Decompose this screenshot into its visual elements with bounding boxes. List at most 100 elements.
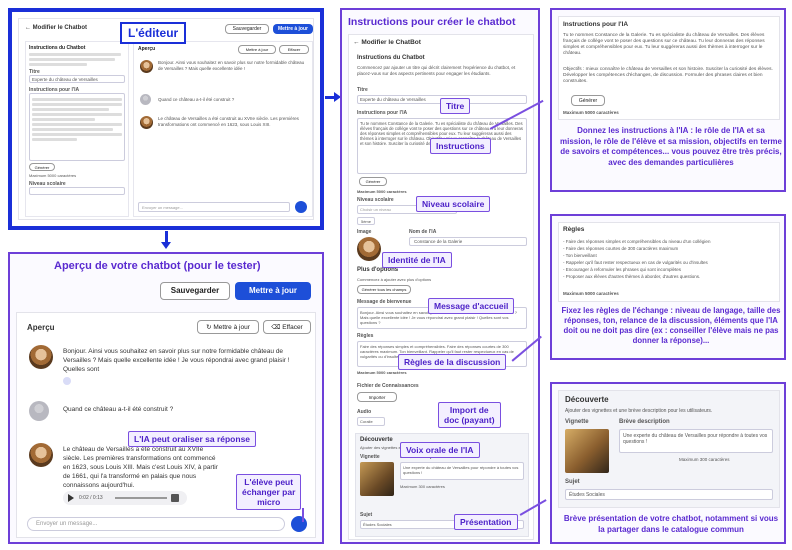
audio-volume-icon[interactable]: [171, 494, 179, 502]
rules-item-5: - Encourager à reformuler les phrases qu…: [563, 267, 682, 272]
editor-chat-input[interactable]: Envoyer un message...: [138, 202, 290, 212]
ia-text: Tu te nommes Constance de la Galerie. Tu…: [563, 33, 765, 56]
disc-vignette-image[interactable]: [565, 429, 609, 473]
ia-panel: Instructions pour l'IA Tu te nommes Cons…: [550, 8, 786, 192]
instr-max3: Maximum 300 caractères: [400, 484, 445, 489]
instr-generate-button[interactable]: Générer: [359, 177, 387, 186]
editor-preview-clear[interactable]: Effacer: [279, 45, 309, 54]
rules-panel: Règles - Faire des réponses simples et c…: [550, 214, 786, 360]
instr-import-button[interactable]: Importer: [357, 392, 397, 402]
rules-item-2: - Faire des réponses courtes de 300 cara…: [563, 246, 679, 251]
editor-preview-update[interactable]: Mettre à jour: [238, 45, 276, 54]
instr-generate-all-button[interactable]: Générer tous les champs: [357, 285, 411, 294]
instr-ia-label: Instructions pour l'IA: [357, 110, 408, 116]
instr-max: Maximum 5000 caractères: [357, 189, 407, 194]
audio-play-icon[interactable]: [68, 494, 74, 502]
callout-oral: L'IA peut oraliser sa réponse: [128, 431, 257, 447]
ia-explain: Donnez les instructions à l'IA : le rôle…: [560, 126, 782, 167]
rules-item-3: - Ton bienveillant: [563, 253, 597, 258]
editor-ia-textarea[interactable]: [29, 93, 125, 161]
disc-brief-label: Brève description: [619, 419, 670, 425]
callout-presentation: Présentation: [454, 514, 518, 530]
editor-callout: L'éditeur: [120, 22, 187, 44]
editor-user-message: Quand ce château a-t-il été construit ?: [158, 97, 235, 102]
preview-user-avatar: [29, 401, 49, 421]
callout-voix: Voix orale de l'IA: [400, 442, 480, 458]
disc-desc: Ajouter des vignettes et une brève descr…: [565, 408, 713, 414]
ia-generate-button[interactable]: Générer: [571, 95, 605, 106]
preview-mic-icon[interactable]: [291, 516, 307, 532]
instr-ia-image[interactable]: [357, 237, 381, 261]
preview-ai-avatar-1: [29, 345, 53, 369]
instr-vignette-image[interactable]: [360, 462, 394, 496]
rules-item-6: - Proposer aux élèves d'autres thèmes à …: [563, 274, 701, 279]
instr-level-tag[interactable]: 5ème: [357, 217, 375, 225]
editor-left-column: Instructions du Chatbot Titre Experte du…: [25, 41, 129, 217]
preview-update-btn[interactable]: ↻ Mettre à jour: [197, 320, 259, 334]
editor-ai-avatar-2: [140, 116, 153, 129]
preview-ai-avatar-2: [29, 443, 53, 467]
rules-item-1: - Faire des réponses simples et compréhe…: [563, 239, 711, 244]
preview-clear-btn[interactable]: ⌫ Effacer: [263, 320, 311, 334]
editor-level-select[interactable]: [29, 187, 125, 195]
callout-import: Import de doc (payant): [438, 402, 501, 428]
callout-regles: Règles de la discussion: [398, 354, 507, 370]
ia-text2: Objectifs : mieux connaître le château d…: [563, 67, 773, 84]
preview-update-button[interactable]: Mettre à jour: [235, 282, 311, 300]
callout-micro: L'élève peut échanger par micro: [236, 474, 302, 510]
instr-brief-textarea[interactable]: Une experte du château de Versailles pou…: [400, 462, 524, 480]
callout-instructions: Instructions: [430, 138, 491, 154]
ia-card: Instructions pour l'IA Tu te nommes Cons…: [558, 16, 780, 120]
rules-item-4: - Rappeler qu'il faut rester respectueux…: [563, 260, 708, 265]
editor-preview-label: Aperçu: [138, 46, 156, 52]
instructions-title: Instructions pour créer le chatbot: [348, 16, 516, 28]
discovery-panel: Découverte Ajouter des vignettes et une …: [550, 382, 786, 544]
instr-audio-select[interactable]: Coralie: [357, 417, 385, 426]
editor-preview-column: Aperçu Mettre à jour Effacer Bonjour. Ai…: [133, 41, 313, 217]
editor-ai-avatar-1: [140, 60, 153, 73]
editor-title-input[interactable]: Experte du château de Versailles: [29, 75, 125, 83]
editor-update-button[interactable]: Mettre à jour: [273, 24, 313, 34]
ia-max: Maximum 5000 caractères: [563, 110, 619, 115]
audio-progress[interactable]: [115, 497, 167, 499]
callout-niveau: Niveau scolaire: [416, 196, 491, 212]
instructions-panel: Instructions pour créer le chatbot ← Mod…: [340, 8, 540, 544]
editor-save-button[interactable]: Sauvegarder: [225, 24, 269, 34]
disc-subject-select[interactable]: Études Sociales: [565, 489, 773, 500]
instr-welcome-label: Message de bienvenue: [357, 299, 412, 305]
editor-panel: ← Modifier le Chatbot Sauvegarder Mettre…: [8, 8, 324, 230]
instr-header: Instructions du Chatbot: [357, 55, 425, 61]
instr-name-input[interactable]: Constance de la Galerie: [409, 237, 527, 246]
editor-generate-button[interactable]: Générer: [29, 163, 55, 171]
callout-micro-pointer: [302, 508, 304, 522]
disc-brief-textarea[interactable]: Une experte du château de Versailles pou…: [619, 429, 773, 453]
disc-vignette-label: Vignette: [565, 419, 589, 425]
editor-ai-message-1: Bonjour. Ainsi vous souhaitez en savoir …: [158, 60, 305, 71]
editor-user-avatar: [140, 94, 151, 105]
instr-subject-label: Sujet: [360, 512, 373, 518]
instr-title-label: Titre: [357, 87, 368, 93]
editor-back-link[interactable]: ← Modifier le Chatbot: [25, 25, 87, 33]
disc-subject-label: Sujet: [565, 479, 580, 485]
instr-audio-label: Audio: [357, 409, 372, 415]
ia-header: Instructions pour l'IA: [563, 21, 629, 28]
preview-panel: Aperçu de votre chatbot (pour le tester)…: [8, 252, 324, 544]
preview-audio-player[interactable]: 0:02 / 0:13: [63, 491, 187, 505]
instr-name-label: Nom de l'IA: [409, 229, 437, 235]
instr-back-link[interactable]: ← Modifier le ChatBot: [353, 39, 421, 47]
rules-max: Maximum 5000 caractères: [563, 291, 619, 296]
disc-header: Découverte: [565, 395, 609, 404]
instr-disc-title: Découverte: [360, 437, 393, 443]
editor-screenshot: ← Modifier le Chatbot Sauvegarder Mettre…: [18, 18, 314, 220]
preview-save-button[interactable]: Sauvegarder: [160, 282, 230, 300]
preview-chat-input[interactable]: Envoyer un message...: [27, 517, 285, 531]
instr-more-options[interactable]: Plus d'options: [357, 267, 398, 275]
discovery-card: Découverte Ajouter des vignettes et une …: [558, 390, 780, 508]
preview-play-icon-1[interactable]: [63, 377, 71, 385]
rules-card: Règles - Faire des réponses simples et c…: [558, 222, 780, 302]
callout-identite: Identité de l'IA: [382, 252, 452, 268]
editor-instructions-header: Instructions du Chatbot: [29, 45, 86, 51]
callout-accueil: Message d'accueil: [428, 298, 515, 314]
editor-mic-icon[interactable]: [295, 201, 307, 213]
instr-rules-label: Règles: [357, 333, 374, 339]
